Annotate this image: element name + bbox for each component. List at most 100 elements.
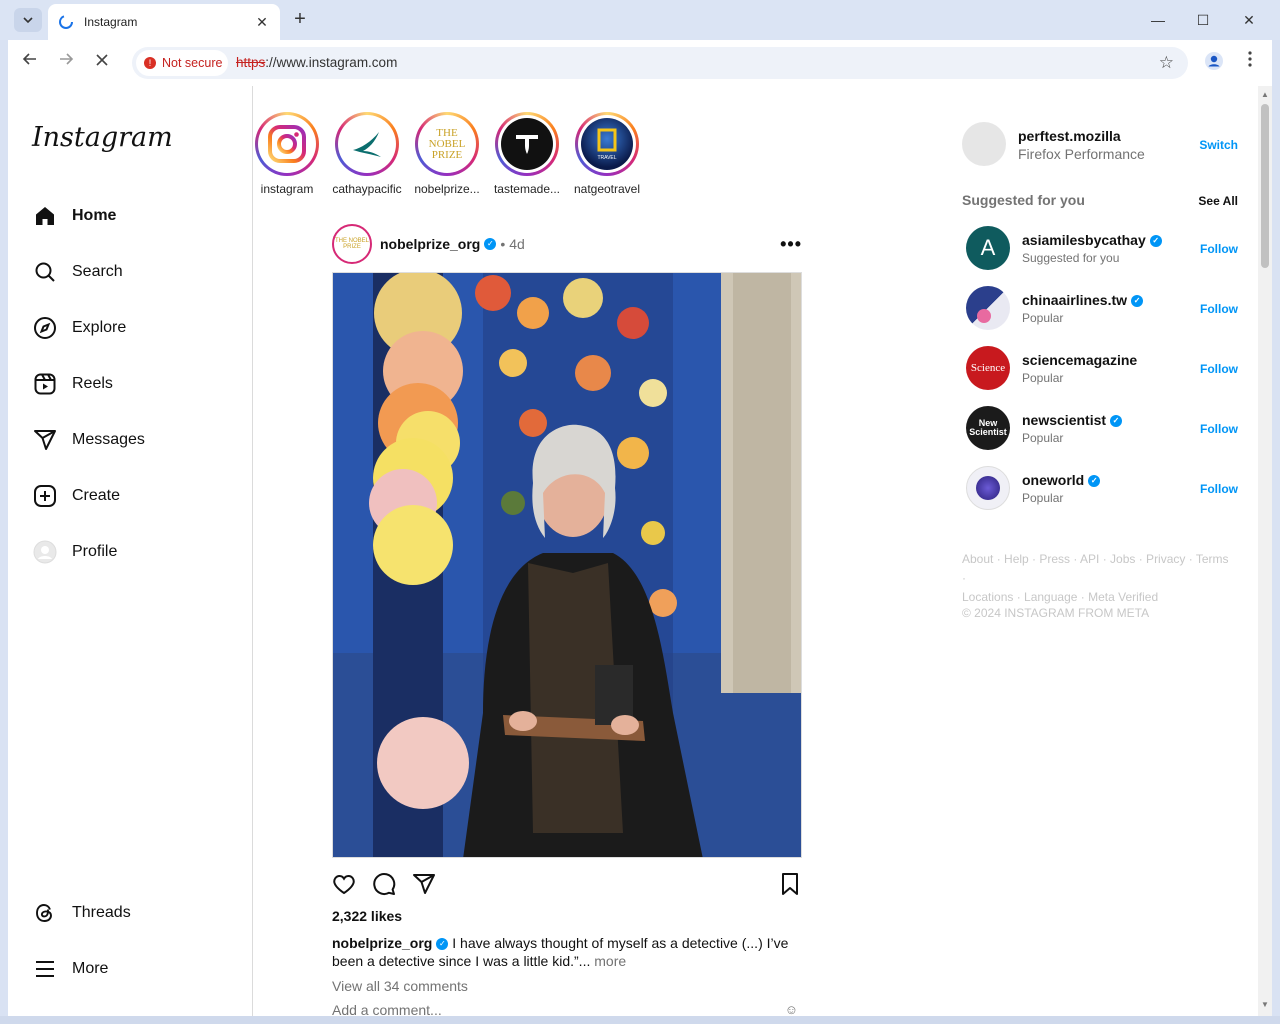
follow-button[interactable]: Follow: [1200, 362, 1238, 376]
story-ring: TRAVEL: [575, 112, 639, 176]
story-natgeotravel[interactable]: TRAVEL natgeotravel: [567, 112, 647, 196]
post-age[interactable]: 4d: [509, 236, 525, 252]
comment-button[interactable]: [372, 872, 398, 898]
page-scrollbar[interactable]: ▲ ▼: [1258, 86, 1272, 1016]
nav-home[interactable]: Home: [32, 196, 116, 236]
follow-button[interactable]: Follow: [1200, 242, 1238, 256]
science-avatar[interactable]: Science: [966, 346, 1010, 390]
story-ring: [495, 112, 559, 176]
new-tab-button[interactable]: +: [288, 8, 312, 32]
reels-icon: [32, 371, 58, 397]
nav-profile[interactable]: Profile: [32, 532, 117, 572]
nav-threads[interactable]: Threads: [32, 893, 131, 933]
minimize-button[interactable]: —: [1146, 8, 1170, 32]
separator-dot: •: [500, 236, 506, 252]
story-instagram[interactable]: instagram: [247, 112, 327, 196]
caption-username[interactable]: nobelprize_org: [332, 935, 432, 951]
account-username[interactable]: perftest.mozilla: [1018, 128, 1121, 144]
send-icon: [413, 874, 435, 894]
follow-button[interactable]: Follow: [1200, 422, 1238, 436]
story-ring: [255, 112, 319, 176]
suggestion-username[interactable]: oneworld ✓: [1022, 472, 1101, 488]
footer-links-row-1[interactable]: About · Help · Press · API · Jobs · Priv…: [962, 550, 1232, 588]
see-all-link[interactable]: See All: [1198, 194, 1238, 208]
tab-search-button[interactable]: [14, 8, 42, 32]
like-button[interactable]: [332, 872, 358, 898]
browser-menu-button[interactable]: [1238, 51, 1262, 75]
add-comment-placeholder: Add a comment...: [332, 1002, 442, 1016]
suggestion-username[interactable]: chinaairlines.tw ✓: [1022, 292, 1144, 308]
security-chip[interactable]: ! Not secure: [136, 50, 228, 76]
heart-icon: [333, 874, 355, 895]
stop-button[interactable]: [90, 51, 114, 75]
scroll-down-arrow-icon[interactable]: ▼: [1261, 1000, 1269, 1009]
photo-illustration: [333, 273, 801, 857]
browser-tab[interactable]: Instagram ✕: [48, 4, 280, 40]
switch-account-button[interactable]: Switch: [1199, 138, 1238, 152]
follow-button[interactable]: Follow: [1200, 302, 1238, 316]
nav-search[interactable]: Search: [32, 252, 123, 292]
nav-messages-label: Messages: [72, 431, 145, 448]
nav-reels[interactable]: Reels: [32, 364, 113, 404]
story-ring: THE NOBEL PRIZE: [415, 112, 479, 176]
address-bar[interactable]: ! Not secure https://www.instagram.com ☆: [132, 47, 1188, 79]
account-avatar[interactable]: [962, 122, 1006, 166]
compass-icon: [32, 315, 58, 341]
suggestion-subtitle: Popular: [1022, 311, 1064, 325]
close-icon: [96, 54, 108, 66]
bookmark-icon: [782, 873, 798, 895]
bookmark-star-icon[interactable]: ☆: [1159, 53, 1174, 73]
plus-square-icon: [32, 483, 58, 509]
add-comment-input[interactable]: Add a comment... ☺: [332, 1002, 802, 1016]
suggestion-username[interactable]: asiamilesbycathay ✓: [1022, 232, 1162, 248]
browser-toolbar: ! Not secure https://www.instagram.com ☆: [8, 40, 1272, 86]
caption-more-link[interactable]: more: [594, 953, 626, 969]
tab-close-button[interactable]: ✕: [254, 14, 270, 31]
asiamiles-avatar[interactable]: A: [966, 226, 1010, 270]
profile-button[interactable]: [1202, 51, 1226, 75]
view-comments-link[interactable]: View all 34 comments: [332, 978, 468, 994]
suggestion-username[interactable]: sciencemagazine: [1022, 352, 1137, 368]
url-host: ://www.instagram.com: [265, 55, 398, 70]
story-name: cathaypacific: [332, 182, 402, 196]
share-button[interactable]: [412, 872, 438, 898]
chinaairlines-avatar[interactable]: [966, 286, 1010, 330]
oneworld-avatar[interactable]: [966, 466, 1010, 510]
nav-more[interactable]: More: [32, 949, 108, 989]
scrollbar-thumb[interactable]: [1261, 104, 1269, 268]
suggestion-username[interactable]: newscientist ✓: [1022, 412, 1123, 428]
forward-button[interactable]: [54, 51, 78, 75]
nav-explore[interactable]: Explore: [32, 308, 126, 348]
natgeo-logo-icon: TRAVEL: [581, 118, 633, 170]
story-tastemade[interactable]: tastemade...: [487, 112, 567, 196]
nav-create[interactable]: Create: [32, 476, 120, 516]
save-button[interactable]: [778, 872, 804, 898]
scroll-up-arrow-icon[interactable]: ▲: [1261, 90, 1269, 99]
account-fullname: Firefox Performance: [1018, 146, 1145, 162]
emoji-icon[interactable]: ☺: [785, 1002, 798, 1016]
nav-messages[interactable]: Messages: [32, 420, 145, 460]
back-button[interactable]: [18, 51, 42, 75]
forward-arrow-icon: [60, 53, 74, 65]
feed-post: THE NOBEL PRIZE nobelprize_org ✓ • 4d ••…: [332, 224, 802, 1016]
story-name: instagram: [260, 182, 314, 196]
footer-links-row-2[interactable]: Locations · Language · Meta Verified: [962, 588, 1232, 607]
instagram-logo[interactable]: Instagram: [32, 122, 173, 153]
post-image[interactable]: [332, 272, 802, 858]
close-window-button[interactable]: ✕: [1237, 8, 1261, 32]
story-cathaypacific[interactable]: cathaypacific: [327, 112, 407, 196]
post-options-button[interactable]: •••: [780, 234, 802, 255]
url-text[interactable]: https://www.instagram.com: [236, 55, 397, 70]
likes-count[interactable]: 2,322 likes: [332, 908, 402, 924]
copyright: © 2024 INSTAGRAM FROM META: [962, 606, 1150, 620]
chevron-down-icon: [23, 17, 33, 24]
newscientist-avatar[interactable]: New Scientist: [966, 406, 1010, 450]
suggestion-row: oneworld ✓ Popular Follow: [962, 466, 1242, 514]
post-author-avatar[interactable]: THE NOBEL PRIZE: [332, 224, 372, 264]
natgeo-logo-text: TRAVEL: [597, 154, 617, 161]
story-nobelprize[interactable]: THE NOBEL PRIZE nobelprize...: [407, 112, 487, 196]
post-username[interactable]: nobelprize_org: [380, 236, 480, 252]
nav-profile-label: Profile: [72, 543, 118, 560]
follow-button[interactable]: Follow: [1200, 482, 1238, 496]
maximize-button[interactable]: ☐: [1191, 8, 1215, 32]
